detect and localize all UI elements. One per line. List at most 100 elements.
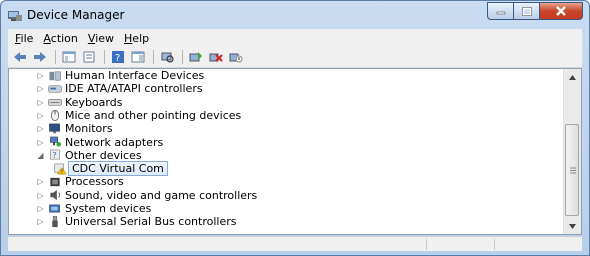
- tree-item-label: Monitors: [65, 122, 113, 136]
- tree-category-item[interactable]: ◢? Other devices: [36, 148, 142, 162]
- console-tree-button[interactable]: [60, 49, 78, 65]
- back-icon: [14, 52, 26, 62]
- close-button[interactable]: [540, 2, 583, 20]
- back-button[interactable]: [11, 49, 29, 65]
- tree-category-item[interactable]: ▷ IDE ATA/ATAPI controllers: [36, 82, 202, 95]
- tree-category-item[interactable]: ▷ Network adapters: [36, 136, 163, 149]
- tree-category-item[interactable]: ▷ Mice and other pointing devices: [36, 109, 241, 122]
- expand-icon[interactable]: ▷: [36, 111, 45, 120]
- toolbar-separator: [182, 50, 183, 64]
- forward-button[interactable]: [31, 49, 49, 65]
- scan-hardware-button[interactable]: [158, 49, 176, 65]
- scan-hardware-icon: [161, 52, 174, 63]
- tree-category-item[interactable]: ▷ System devices: [36, 202, 151, 215]
- expand-icon[interactable]: ▷: [36, 98, 45, 107]
- tree-item-label: Other devices: [65, 148, 142, 162]
- tree-item-label: Human Interface Devices: [65, 69, 205, 82]
- tree-item-label: Keyboards: [65, 95, 123, 109]
- menu-action[interactable]: Action: [38, 32, 82, 45]
- expand-icon[interactable]: ▷: [36, 138, 45, 147]
- tree-item-label: Sound, video and game controllers: [65, 188, 258, 202]
- device-manager-icon: [8, 11, 22, 21]
- expand-icon[interactable]: ▷: [36, 191, 45, 200]
- expand-icon[interactable]: ▷: [36, 84, 45, 93]
- warning-device-icon: !: [54, 163, 67, 175]
- menu-file[interactable]: File: [10, 32, 38, 45]
- maximize-icon: [521, 6, 532, 16]
- properties-icon: [83, 51, 95, 63]
- uninstall-button[interactable]: [207, 49, 225, 65]
- toolbar: ?: [8, 47, 582, 68]
- menu-help-label: elp: [132, 31, 150, 45]
- expand-icon[interactable]: ▷: [36, 177, 45, 186]
- svg-text:?: ?: [115, 53, 120, 64]
- status-divider: [494, 239, 495, 250]
- close-icon: [556, 6, 566, 16]
- maximize-button[interactable]: [514, 2, 540, 20]
- disable-icon: [229, 53, 243, 63]
- tree-category-item[interactable]: ▷ Universal Serial Bus controllers: [36, 215, 236, 228]
- menu-help[interactable]: Help: [119, 32, 154, 45]
- chevron-down-icon: [569, 223, 576, 229]
- device-tree[interactable]: ▷ Human Interface Devices ▷ IDE ATA/ATAPI c…: [9, 69, 564, 234]
- ide-icon: [48, 85, 62, 93]
- expand-icon[interactable]: ▷: [36, 204, 45, 213]
- update-driver-button[interactable]: [187, 49, 205, 65]
- hid-icon: [49, 71, 61, 80]
- chevron-up-icon: [569, 74, 576, 80]
- menu-bar: File Action View Help: [8, 29, 582, 47]
- scrollbar-thumb[interactable]: [565, 124, 579, 216]
- processor-icon: [50, 177, 60, 187]
- unknown-device-icon: ?: [50, 149, 60, 161]
- minimize-icon: [496, 11, 505, 15]
- title-bar[interactable]: Device Manager: [1, 1, 589, 29]
- tree-item-label: Processors: [65, 175, 124, 189]
- mouse-icon: [50, 110, 60, 122]
- help-icon: ?: [112, 51, 124, 64]
- properties-button[interactable]: [80, 49, 98, 65]
- action-pane-button[interactable]: [129, 49, 147, 65]
- device-manager-window: Device Manager File Action View Help ? ▷…: [0, 0, 590, 256]
- update-driver-icon: [189, 52, 202, 62]
- help-button[interactable]: ?: [109, 49, 127, 65]
- tree-category-item[interactable]: ▷ Human Interface Devices: [36, 69, 204, 82]
- menu-view[interactable]: View: [83, 32, 119, 45]
- expand-icon[interactable]: ▷: [36, 124, 45, 133]
- action-pane-icon: [131, 51, 145, 63]
- status-bar: [8, 236, 582, 251]
- system-icon: [49, 204, 60, 212]
- network-icon: [50, 136, 61, 147]
- status-divider: [426, 239, 427, 250]
- tree-category-item[interactable]: ▷ Monitors: [36, 122, 113, 136]
- tree-category-item[interactable]: ▷ Processors: [36, 175, 124, 189]
- menu-file-label: ile: [20, 31, 34, 45]
- collapse-icon[interactable]: ◢: [36, 151, 45, 160]
- uninstall-icon: [209, 53, 223, 62]
- expand-icon[interactable]: ▷: [36, 217, 45, 226]
- tree-item-label: Mice and other pointing devices: [65, 108, 242, 122]
- usb-icon: [52, 215, 58, 227]
- tree-item-label: System devices: [65, 202, 152, 215]
- show-hide-console-tree-icon: [62, 51, 76, 63]
- tree-item-label: Network adapters: [65, 135, 164, 149]
- tree-item-label: CDC Virtual Com: [68, 161, 168, 177]
- forward-icon: [34, 52, 46, 62]
- scroll-up-button[interactable]: [564, 69, 581, 85]
- menu-action-accel: A: [43, 31, 51, 45]
- menu-view-label: iew: [95, 31, 115, 45]
- toolbar-separator: [104, 50, 105, 64]
- scroll-down-button[interactable]: [564, 218, 581, 234]
- toolbar-separator: [153, 50, 154, 64]
- tree-child-item[interactable]: ! CDC Virtual Com: [50, 161, 168, 177]
- vertical-scrollbar[interactable]: [563, 69, 581, 234]
- minimize-button[interactable]: [487, 2, 514, 20]
- tree-category-item[interactable]: ▷ Sound, video and game controllers: [36, 189, 257, 202]
- tree-item-label: Universal Serial Bus controllers: [65, 215, 237, 229]
- tree-category-item[interactable]: ▷ Keyboards: [36, 96, 122, 109]
- disable-button[interactable]: [227, 49, 245, 65]
- expand-icon[interactable]: ▷: [36, 71, 45, 80]
- menu-action-label: ction: [50, 31, 78, 45]
- window-title: Device Manager: [27, 8, 125, 22]
- svg-text:?: ?: [52, 151, 56, 161]
- sound-icon: [50, 190, 61, 201]
